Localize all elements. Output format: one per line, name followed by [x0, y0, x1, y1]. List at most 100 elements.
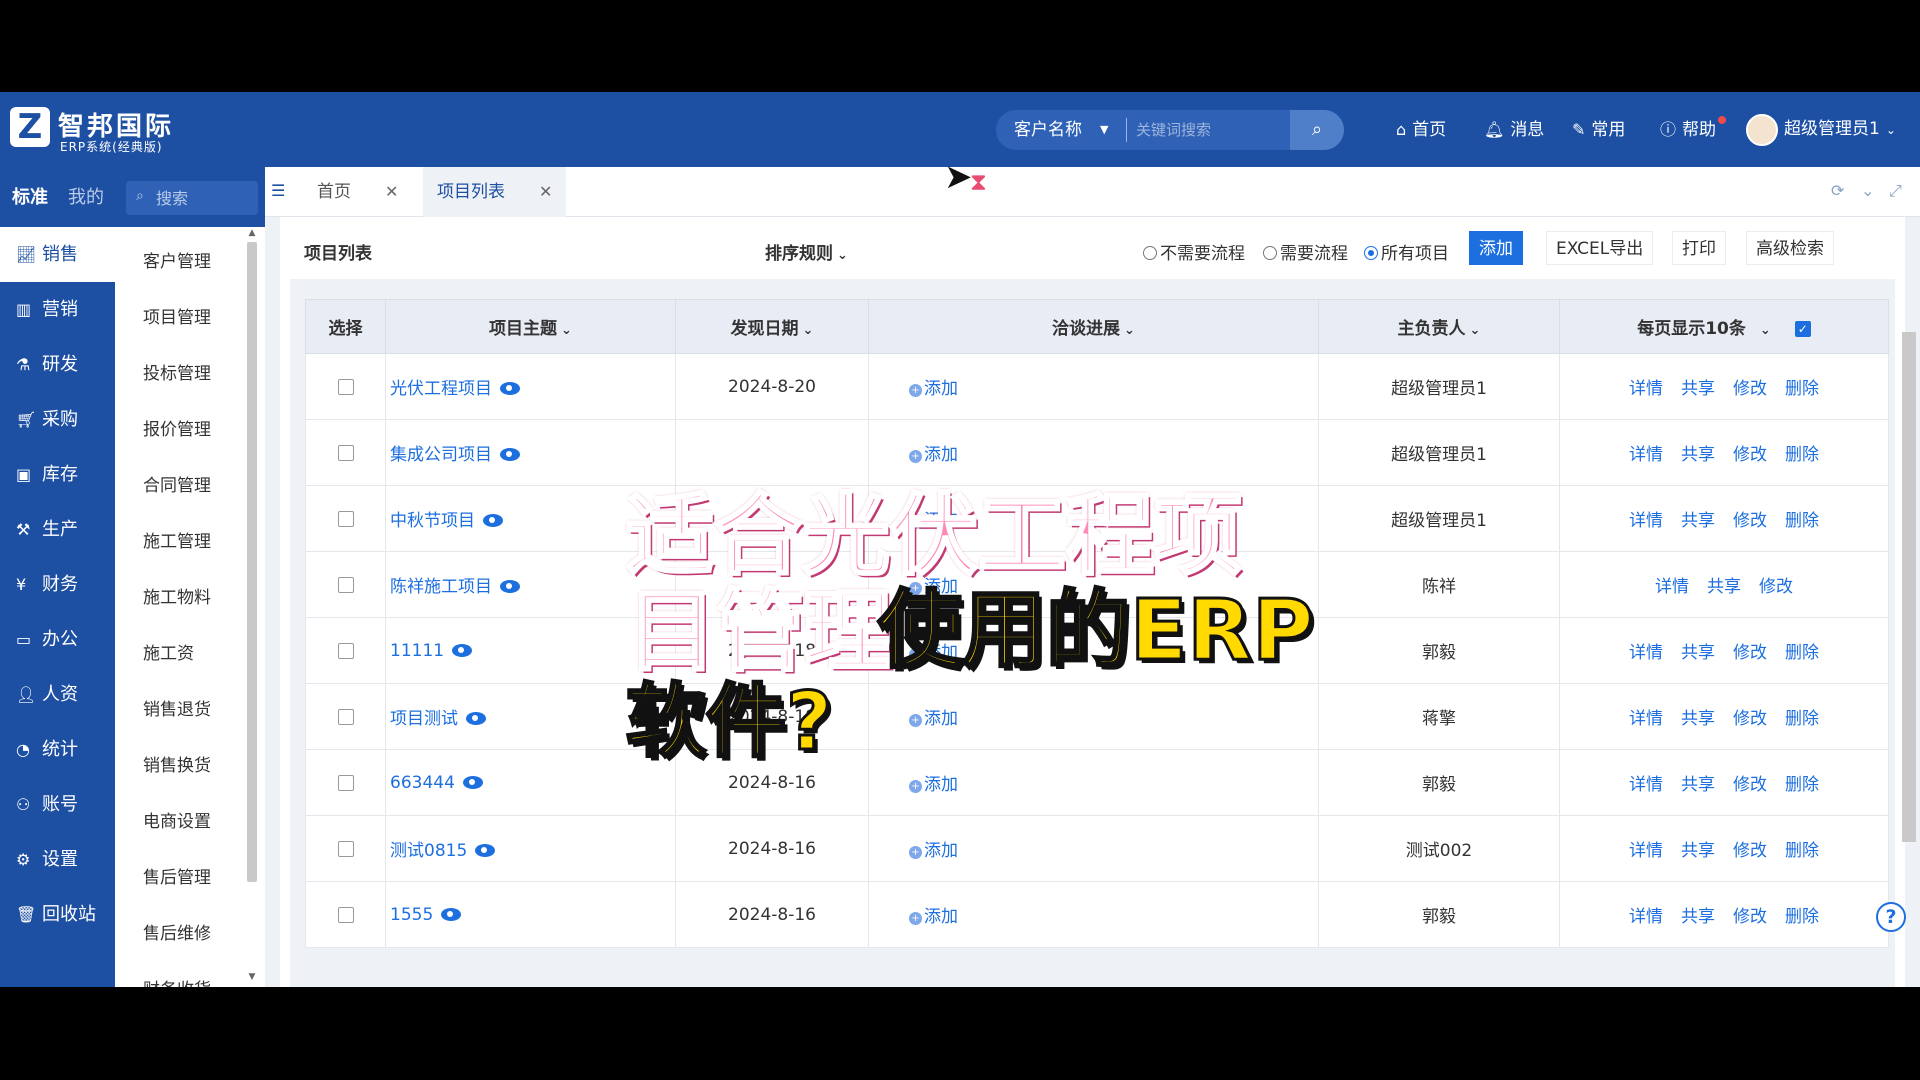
share-link[interactable]: 共享: [1707, 577, 1741, 597]
nav-help[interactable]: ⓘ 帮助: [1660, 92, 1716, 167]
eye-icon[interactable]: [462, 775, 483, 789]
sidebar-tab-mine[interactable]: 我的: [68, 183, 104, 209]
menu-item-rnd[interactable]: ⚗ 研发: [0, 337, 115, 392]
column-header-page-size[interactable]: 每页显示10条 ⌄ ✓: [1559, 299, 1889, 354]
help-float-icon[interactable]: ?: [1876, 902, 1906, 932]
menu-item-production[interactable]: ⚒ 生产: [0, 502, 115, 557]
delete-link[interactable]: 删除: [1785, 841, 1819, 861]
sidebar-search-input[interactable]: [156, 186, 252, 210]
add-progress-link[interactable]: + 添加: [909, 709, 958, 729]
submenu-item[interactable]: 项目管理: [143, 303, 211, 328]
project-subject-link[interactable]: 1555: [390, 905, 433, 925]
row-checkbox[interactable]: [337, 840, 354, 857]
refresh-icon[interactable]: ⟳: [1831, 181, 1844, 200]
share-link[interactable]: 共享: [1681, 775, 1715, 795]
edit-link[interactable]: 修改: [1733, 643, 1767, 663]
project-subject-link[interactable]: 光伏工程项目: [390, 379, 492, 399]
main-scrollbar[interactable]: [1900, 314, 1918, 987]
tab-project-list[interactable]: 项目列表 ✕: [423, 167, 567, 217]
detail-link[interactable]: 详情: [1629, 643, 1663, 663]
edit-link[interactable]: 修改: [1733, 709, 1767, 729]
delete-link[interactable]: 删除: [1785, 775, 1819, 795]
detail-link[interactable]: 详情: [1629, 907, 1663, 927]
delete-link[interactable]: 删除: [1785, 709, 1819, 729]
fullscreen-icon[interactable]: ⤢: [1889, 181, 1902, 201]
select-all-checkbox[interactable]: ✓: [1794, 321, 1811, 337]
submenu-item[interactable]: 售后维修: [143, 919, 211, 944]
nav-common[interactable]: ✎ 常用: [1572, 92, 1625, 167]
share-link[interactable]: 共享: [1681, 709, 1715, 729]
user-menu[interactable]: 超级管理员1 ⌄: [1784, 92, 1896, 167]
scroll-down-icon[interactable]: ▼: [246, 972, 258, 982]
sidebar-scroll-thumb[interactable]: [247, 242, 257, 882]
submenu-item[interactable]: 销售换货: [143, 751, 211, 776]
eye-icon[interactable]: [500, 580, 520, 593]
project-subject-link[interactable]: 中秋节项目: [390, 511, 475, 531]
project-subject-link[interactable]: 项目测试: [390, 709, 458, 729]
sort-rule-dropdown[interactable]: 排序规则 ⌄: [765, 239, 848, 264]
column-header-date[interactable]: 发现日期 ⌄: [675, 299, 869, 354]
edit-link[interactable]: 修改: [1733, 379, 1767, 399]
radio-need-workflow[interactable]: 需要流程: [1263, 239, 1348, 264]
share-link[interactable]: 共享: [1681, 643, 1715, 663]
delete-link[interactable]: 删除: [1785, 379, 1819, 399]
detail-link[interactable]: 详情: [1655, 577, 1689, 597]
menu-item-account[interactable]: ⚇ 账号: [0, 777, 115, 832]
add-progress-link[interactable]: + 添加: [909, 445, 958, 465]
search-input[interactable]: [1136, 116, 1276, 144]
project-subject-link[interactable]: 陈祥施工项目: [390, 577, 492, 597]
row-checkbox[interactable]: [337, 378, 354, 395]
edit-link[interactable]: 修改: [1759, 577, 1793, 597]
submenu-item[interactable]: 售后管理: [143, 863, 211, 888]
radio-no-workflow[interactable]: 不需要流程: [1143, 239, 1245, 264]
detail-link[interactable]: 详情: [1629, 379, 1663, 399]
edit-link[interactable]: 修改: [1733, 775, 1767, 795]
submenu-item[interactable]: 投标管理: [143, 359, 211, 384]
radio-dot[interactable]: [1263, 246, 1277, 260]
sidebar-scrollbar[interactable]: ▲ ▼: [246, 228, 258, 982]
eye-icon[interactable]: [500, 448, 520, 461]
row-checkbox[interactable]: [337, 774, 354, 791]
eye-icon[interactable]: [452, 643, 473, 657]
delete-link[interactable]: 删除: [1785, 643, 1819, 663]
submenu-item[interactable]: 电商设置: [143, 807, 211, 832]
search-button[interactable]: ⌕: [1290, 110, 1344, 150]
detail-link[interactable]: 详情: [1629, 775, 1663, 795]
row-checkbox[interactable]: [337, 510, 354, 527]
share-link[interactable]: 共享: [1681, 379, 1715, 399]
edit-link[interactable]: 修改: [1733, 445, 1767, 465]
add-button[interactable]: 添加: [1469, 231, 1523, 265]
share-link[interactable]: 共享: [1681, 445, 1715, 465]
menu-item-purchase[interactable]: 🛒︎ 采购: [0, 392, 115, 447]
eye-icon[interactable]: [500, 382, 520, 395]
print-button[interactable]: 打印: [1672, 231, 1726, 265]
eye-icon[interactable]: [466, 712, 486, 725]
share-link[interactable]: 共享: [1681, 907, 1715, 927]
delete-link[interactable]: 删除: [1785, 511, 1819, 531]
radio-all-projects[interactable]: 所有项目: [1364, 239, 1449, 264]
advanced-search-button[interactable]: 高级检索: [1746, 231, 1834, 265]
delete-link[interactable]: 删除: [1785, 907, 1819, 927]
close-icon[interactable]: ✕: [385, 182, 398, 201]
edit-link[interactable]: 修改: [1733, 841, 1767, 861]
share-link[interactable]: 共享: [1681, 841, 1715, 861]
chevron-down-icon[interactable]: ⌄: [1760, 323, 1771, 338]
page-size-select[interactable]: 每页显示10条: [1637, 319, 1746, 339]
submenu-item[interactable]: 报价管理: [143, 415, 211, 440]
add-progress-link[interactable]: + 添加: [909, 841, 958, 861]
add-progress-link[interactable]: + 添加: [909, 775, 958, 795]
share-link[interactable]: 共享: [1681, 511, 1715, 531]
project-subject-link[interactable]: 11111: [390, 641, 444, 661]
eye-icon[interactable]: [441, 907, 462, 921]
column-header-owner[interactable]: 主负责人 ⌄: [1318, 299, 1560, 354]
search-field-select[interactable]: 客户名称: [1014, 110, 1082, 150]
collapse-menu-icon[interactable]: ☰: [271, 181, 285, 200]
menu-item-office[interactable]: ▭ 办公: [0, 612, 115, 667]
detail-link[interactable]: 详情: [1629, 709, 1663, 729]
close-icon[interactable]: ✕: [539, 182, 552, 201]
tab-home[interactable]: 首页 ✕: [303, 167, 412, 217]
delete-link[interactable]: 删除: [1785, 445, 1819, 465]
chevron-down-icon[interactable]: ⌄: [1861, 181, 1874, 200]
submenu-item[interactable]: 施工管理: [143, 527, 211, 552]
detail-link[interactable]: 详情: [1629, 445, 1663, 465]
